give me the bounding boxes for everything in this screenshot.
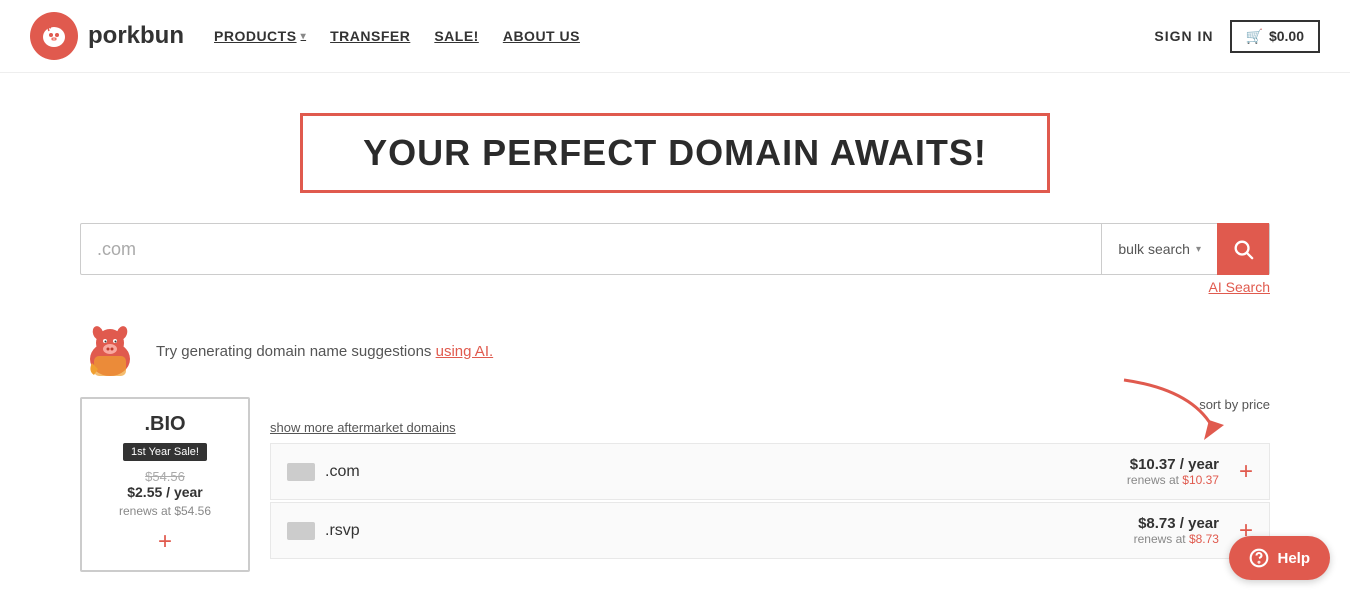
domain-add-button[interactable]: + <box>1239 458 1253 486</box>
cart-button[interactable]: 🛒 $0.00 <box>1230 20 1320 53</box>
bio-add-button[interactable]: + <box>96 528 234 556</box>
help-button[interactable]: Help <box>1229 536 1330 580</box>
hero-title-box: YOUR PERFECT DOMAIN AWAITS! <box>300 113 1050 193</box>
nav-right: SIGN IN 🛒 $0.00 <box>1154 20 1320 53</box>
help-icon <box>1249 548 1269 568</box>
logo-area[interactable]: porkbun <box>30 12 184 60</box>
domain-price-area: $8.73 / year renews at $8.73 <box>1134 515 1219 546</box>
logo-icon <box>30 12 78 60</box>
hero-title: YOUR PERFECT DOMAIN AWAITS! <box>363 132 987 174</box>
nav-about[interactable]: ABOUT US <box>503 28 580 44</box>
sign-in-link[interactable]: SIGN IN <box>1154 28 1213 44</box>
domain-thumbnail <box>287 522 315 540</box>
domain-renew-price: $8.73 <box>1189 532 1219 546</box>
bulk-search-chevron-icon: ▾ <box>1196 244 1201 255</box>
cart-icon: 🛒 <box>1246 28 1263 45</box>
table-row: .com $10.37 / year renews at $10.37 + <box>270 443 1270 500</box>
nav-links: PRODUCTS ▾ TRANSFER SALE! ABOUT US <box>214 28 1154 44</box>
search-bar: bulk search ▾ <box>80 223 1270 275</box>
bio-old-price: $54.56 <box>96 469 234 484</box>
cart-amount: $0.00 <box>1269 28 1304 44</box>
search-input[interactable] <box>81 239 1101 260</box>
domain-renew: renews at $8.73 <box>1134 532 1219 546</box>
ai-search-link[interactable]: AI Search <box>80 279 1270 295</box>
table-row: .rsvp $8.73 / year renews at $8.73 + <box>270 502 1270 559</box>
nav-sale[interactable]: SALE! <box>434 28 479 44</box>
bio-tld: .BIO <box>96 413 234 436</box>
domain-price: $8.73 / year <box>1134 515 1219 532</box>
bio-card: .BIO 1st Year Sale! $54.56 $2.55 / year … <box>80 397 250 572</box>
nav-transfer[interactable]: TRANSFER <box>330 28 410 44</box>
logo-text: porkbun <box>88 22 184 50</box>
domain-renew: renews at $10.37 <box>1127 473 1219 487</box>
domain-list: sort by price show more aftermarket doma… <box>270 397 1270 572</box>
bulk-search-button[interactable]: bulk search ▾ <box>1101 224 1217 274</box>
bio-renew: renews at $54.56 <box>96 504 234 518</box>
domain-name-area: .com <box>287 463 1127 481</box>
search-button[interactable] <box>1217 223 1269 275</box>
domain-thumbnail <box>287 463 315 481</box>
domain-name: .rsvp <box>325 522 360 540</box>
products-chevron-icon: ▾ <box>301 31 307 42</box>
sort-arrow-icon <box>1114 370 1234 450</box>
ai-suggest-text: Try generating domain name suggestions u… <box>156 343 493 360</box>
domain-name: .com <box>325 463 360 481</box>
ai-using-link[interactable]: using AI. <box>436 343 494 360</box>
domain-price-area: $10.37 / year renews at $10.37 <box>1127 456 1219 487</box>
navigation: porkbun PRODUCTS ▾ TRANSFER SALE! ABOUT … <box>0 0 1350 73</box>
bio-new-price: $2.55 / year <box>96 484 234 500</box>
nav-products[interactable]: PRODUCTS ▾ <box>214 28 306 44</box>
results-area: .BIO 1st Year Sale! $54.56 $2.55 / year … <box>0 397 1350 572</box>
help-label: Help <box>1277 550 1310 567</box>
search-area: bulk search ▾ AI Search <box>0 223 1350 305</box>
bulk-search-label: bulk search <box>1118 241 1190 257</box>
mascot-icon <box>80 321 140 381</box>
hero-section: YOUR PERFECT DOMAIN AWAITS! <box>0 73 1350 223</box>
domain-name-area: .rsvp <box>287 522 1134 540</box>
domain-price: $10.37 / year <box>1127 456 1219 473</box>
bio-sale-badge: 1st Year Sale! <box>123 443 207 461</box>
domain-renew-price: $10.37 <box>1182 473 1219 487</box>
